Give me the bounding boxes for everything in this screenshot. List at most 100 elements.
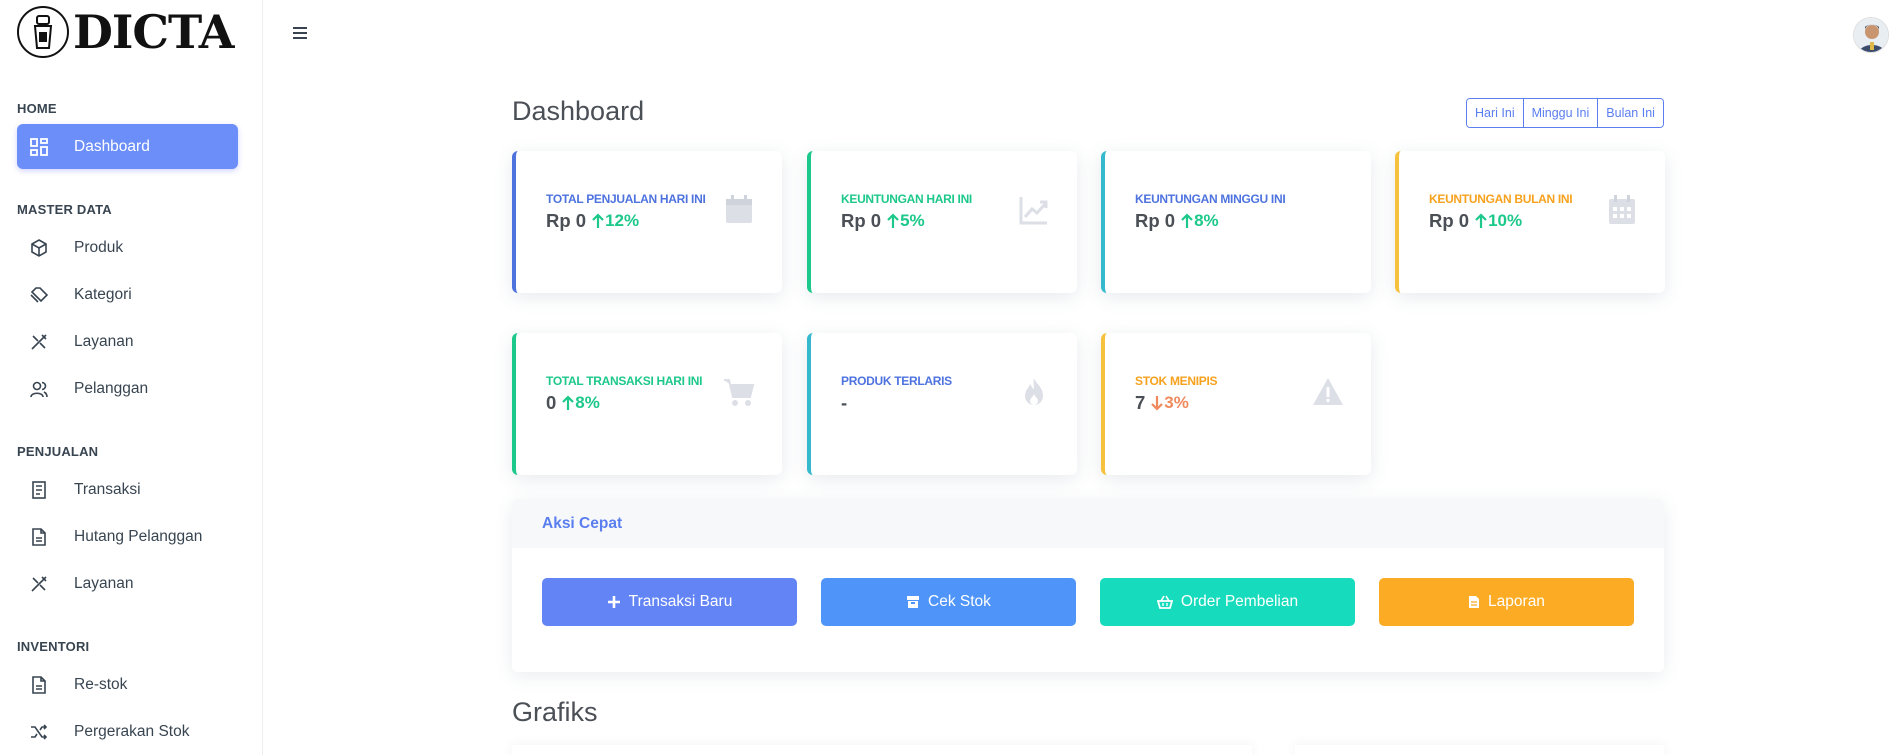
menu-toggle-button[interactable] — [291, 22, 313, 44]
document-icon — [28, 674, 50, 696]
period-today-button[interactable]: Hari Ini — [1467, 99, 1523, 127]
tools-icon — [28, 573, 50, 595]
receipt-icon — [28, 479, 50, 501]
users-icon — [28, 378, 50, 400]
page-title: Dashboard — [512, 96, 645, 126]
stat-change-text: 8% — [1194, 211, 1219, 230]
fire-icon — [1025, 378, 1043, 405]
stat-change-text: 8% — [575, 393, 600, 412]
menu-header-home: HOME — [17, 101, 57, 116]
sidebar-item-kategori[interactable]: Kategori — [17, 272, 238, 317]
stat-change: 10% — [1474, 211, 1522, 231]
purchase-order-button[interactable]: Order Pembelian — [1100, 578, 1355, 626]
arrow-up-icon — [1475, 213, 1487, 228]
stat-label: TOTAL PENJUALAN HARI INI — [546, 192, 706, 206]
calendar-icon — [726, 195, 752, 223]
arrow-up-icon — [592, 213, 604, 228]
button-label: Order Pembelian — [1180, 593, 1299, 610]
button-label: Laporan — [1488, 593, 1545, 610]
stat-value-text: - — [841, 392, 848, 413]
stat-label: KEUNTUNGAN MINGGU INI — [1135, 192, 1286, 206]
stat-change: 12% — [591, 211, 639, 231]
sidebar-item-pergerakan-stok[interactable]: Pergerakan Stok — [17, 709, 238, 754]
sidebar-item-hutang-pelanggan[interactable]: Hutang Pelanggan — [17, 514, 238, 559]
stat-change: 5% — [886, 211, 925, 231]
calendar-grid-icon — [1609, 195, 1635, 224]
stat-change: 3% — [1150, 393, 1189, 413]
button-label: Transaksi Baru — [628, 593, 733, 610]
stat-label: TOTAL TRANSAKSI HARI INI — [546, 374, 703, 388]
stat-card-keuntungan-minggu: KEUNTUNGAN MINGGU INI Rp 0 8% — [1101, 151, 1371, 293]
hamburger-icon — [293, 27, 307, 39]
stat-value-text: 0 — [546, 392, 557, 413]
quick-actions-card: Aksi Cepat Transaksi Baru Cek Stok Order… — [512, 499, 1664, 672]
user-avatar[interactable] — [1853, 17, 1889, 53]
sidebar: DICTA HOME Dashboard MASTER DATA Produk … — [0, 0, 263, 755]
tools-icon — [28, 331, 50, 353]
stat-card-keuntungan-bulan: KEUNTUNGAN BULAN INI Rp 0 10% — [1395, 151, 1665, 293]
file-icon — [1469, 596, 1480, 608]
arrow-down-icon — [1151, 396, 1164, 411]
stat-change-text: 12% — [605, 211, 640, 230]
logo-emblem-icon — [17, 6, 69, 58]
cart-icon — [724, 379, 755, 406]
sidebar-item-label: Transaksi — [74, 480, 141, 498]
sidebar-item-label: Dashboard — [74, 137, 150, 155]
stat-card-produk-terlaris: PRODUK TERLARIS - — [807, 333, 1077, 475]
new-transaction-button[interactable]: Transaksi Baru — [542, 578, 797, 626]
stat-card-total-transaksi: TOTAL TRANSAKSI HARI INI 0 8% — [512, 333, 782, 475]
period-week-button[interactable]: Minggu Ini — [1522, 99, 1598, 127]
cube-icon — [28, 237, 50, 259]
stat-label: STOK MENIPIS — [1135, 374, 1218, 388]
stat-label: KEUNTUNGAN BULAN INI — [1429, 192, 1573, 206]
stat-value-text: Rp 0 — [841, 210, 882, 231]
warning-icon — [1313, 378, 1343, 405]
sidebar-item-layanan-penjualan[interactable]: Layanan — [17, 561, 238, 606]
stat-value: Rp 0 12% — [546, 210, 639, 232]
stat-label: PRODUK TERLARIS — [841, 374, 952, 388]
sidebar-item-pelanggan[interactable]: Pelanggan — [17, 366, 238, 411]
check-stock-button[interactable]: Cek Stok — [821, 578, 1076, 626]
logo[interactable]: DICTA — [17, 6, 234, 58]
menu-header-master-data: MASTER DATA — [17, 202, 112, 217]
sidebar-item-label: Kategori — [74, 285, 132, 303]
arrow-up-icon — [887, 213, 899, 228]
sidebar-item-label: Produk — [74, 238, 124, 256]
stat-value-text: Rp 0 — [1429, 210, 1470, 231]
chart-line-icon — [1019, 197, 1048, 225]
stat-value: Rp 0 10% — [1429, 210, 1522, 232]
sidebar-item-re-stok[interactable]: Re-stok — [17, 662, 238, 707]
sidebar-item-label: Pergerakan Stok — [74, 722, 190, 740]
stat-change: 8% — [561, 393, 600, 413]
menu-header-inventori: INVENTORI — [17, 639, 90, 654]
sidebar-item-label: Layanan — [74, 332, 134, 350]
stat-value: 7 3% — [1135, 392, 1189, 414]
sidebar-item-layanan[interactable]: Layanan — [17, 319, 238, 364]
stat-card-stok-menipis: STOK MENIPIS 7 3% — [1101, 333, 1371, 475]
report-button[interactable]: Laporan — [1379, 578, 1634, 626]
stat-value: Rp 0 5% — [841, 210, 925, 232]
sidebar-item-label: Layanan — [74, 574, 134, 592]
plus-icon — [607, 596, 620, 608]
sidebar-item-label: Pelanggan — [74, 379, 149, 397]
arrow-up-icon — [1181, 213, 1193, 228]
stat-value-text: Rp 0 — [546, 210, 587, 231]
avatar-icon — [1854, 18, 1888, 52]
charts-section-title: Grafiks — [512, 697, 598, 727]
stat-value-text: 7 — [1135, 392, 1146, 413]
sidebar-item-dashboard[interactable]: Dashboard — [17, 124, 238, 169]
period-month-button[interactable]: Bulan Ini — [1597, 99, 1663, 127]
period-filter: Hari Ini Minggu Ini Bulan Ini — [1466, 98, 1664, 128]
sidebar-item-label: Hutang Pelanggan — [74, 527, 203, 545]
stat-card-keuntungan-hari: KEUNTUNGAN HARI INI Rp 0 5% — [807, 151, 1077, 293]
sidebar-item-transaksi[interactable]: Transaksi — [17, 467, 238, 512]
stat-label: KEUNTUNGAN HARI INI — [841, 192, 972, 206]
quick-actions-title: Aksi Cepat — [512, 499, 1664, 548]
sidebar-item-produk[interactable]: Produk — [17, 225, 238, 270]
dashboard-icon — [28, 136, 50, 158]
arrow-up-icon — [562, 395, 575, 410]
sidebar-item-label: Re-stok — [74, 675, 128, 693]
stat-change-text: 3% — [1164, 393, 1189, 412]
stat-value: 0 8% — [546, 392, 600, 414]
chart-card-side — [1295, 745, 1664, 755]
